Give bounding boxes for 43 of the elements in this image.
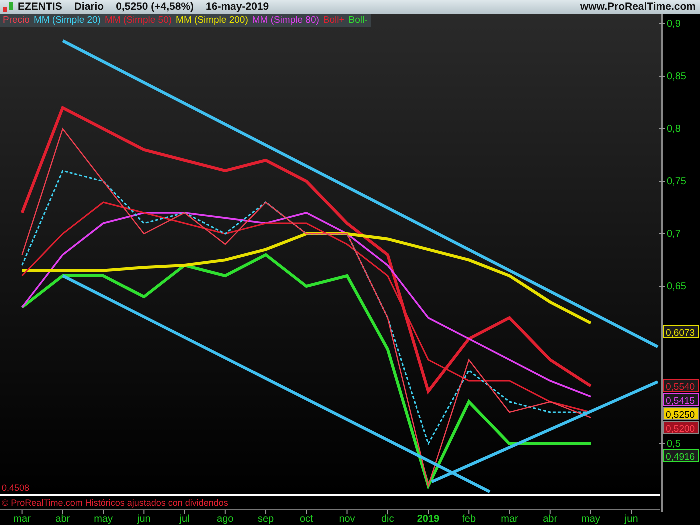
legend-item: MM (Simple 20) <box>34 15 101 26</box>
price-tag: 0,5415 <box>664 394 700 407</box>
y-axis-label: 0,9 <box>667 18 681 30</box>
y-axis-label: 0,75 <box>667 176 686 188</box>
x-axis-label: sep <box>258 514 274 525</box>
legend-item: MM (Simple 50) <box>104 15 172 26</box>
x-axis-label: abr <box>543 514 558 525</box>
x-axis-label: jun <box>624 514 638 525</box>
legend-item: MM (Simple 80) <box>252 15 320 26</box>
y-axis-label: 0,5 <box>667 439 681 450</box>
y-axis-label: 0,8 <box>667 124 681 135</box>
x-axis-label: jun <box>137 514 151 525</box>
price-tag: 0,5200 <box>664 422 700 435</box>
legend-item: MM (Simple 200) <box>176 15 248 26</box>
x-axis-label: 2019 <box>417 514 440 525</box>
x-axis-label: dic <box>381 514 394 525</box>
footer-note: © ProRealTime.com Históricos ajustados con dividendos <box>2 498 228 508</box>
x-axis-label: mar <box>501 514 518 525</box>
last-price: 0,5250 (+4,58%) <box>116 1 194 13</box>
x-axis-label: ago <box>217 514 234 525</box>
legend-item: Boll+ <box>323 15 345 26</box>
legend-item: Boll- <box>348 15 368 26</box>
symbol-name: EZENTIS <box>18 1 62 13</box>
x-axis-label: oct <box>300 514 314 525</box>
site-url: www.ProRealTime.com <box>580 1 696 13</box>
x-axis-label: may <box>582 514 600 525</box>
y-axis-label: 0,7 <box>667 229 681 240</box>
period-label: Diario <box>74 1 104 13</box>
x-axis-label: may <box>94 514 113 525</box>
y-axis-label: 0,65 <box>667 282 686 292</box>
x-axis-label: jul <box>180 514 190 525</box>
y-axis-label: 0,85 <box>667 71 686 82</box>
price-tag: 0,5540 <box>664 380 700 393</box>
legend-item: Precio <box>3 15 30 26</box>
price-tag: 0,5250 <box>664 408 700 421</box>
price-tag: 0,4916 <box>664 450 700 463</box>
date-label: 16-may-2019 <box>206 1 270 13</box>
low-value-label: 0,4508 <box>2 483 30 493</box>
x-axis-label: abr <box>56 514 70 525</box>
x-axis-label: nov <box>339 514 356 525</box>
x-axis-label: mar <box>14 514 31 525</box>
x-axis-label: feb <box>462 514 476 525</box>
price-tag: 0,6073 <box>664 326 700 339</box>
